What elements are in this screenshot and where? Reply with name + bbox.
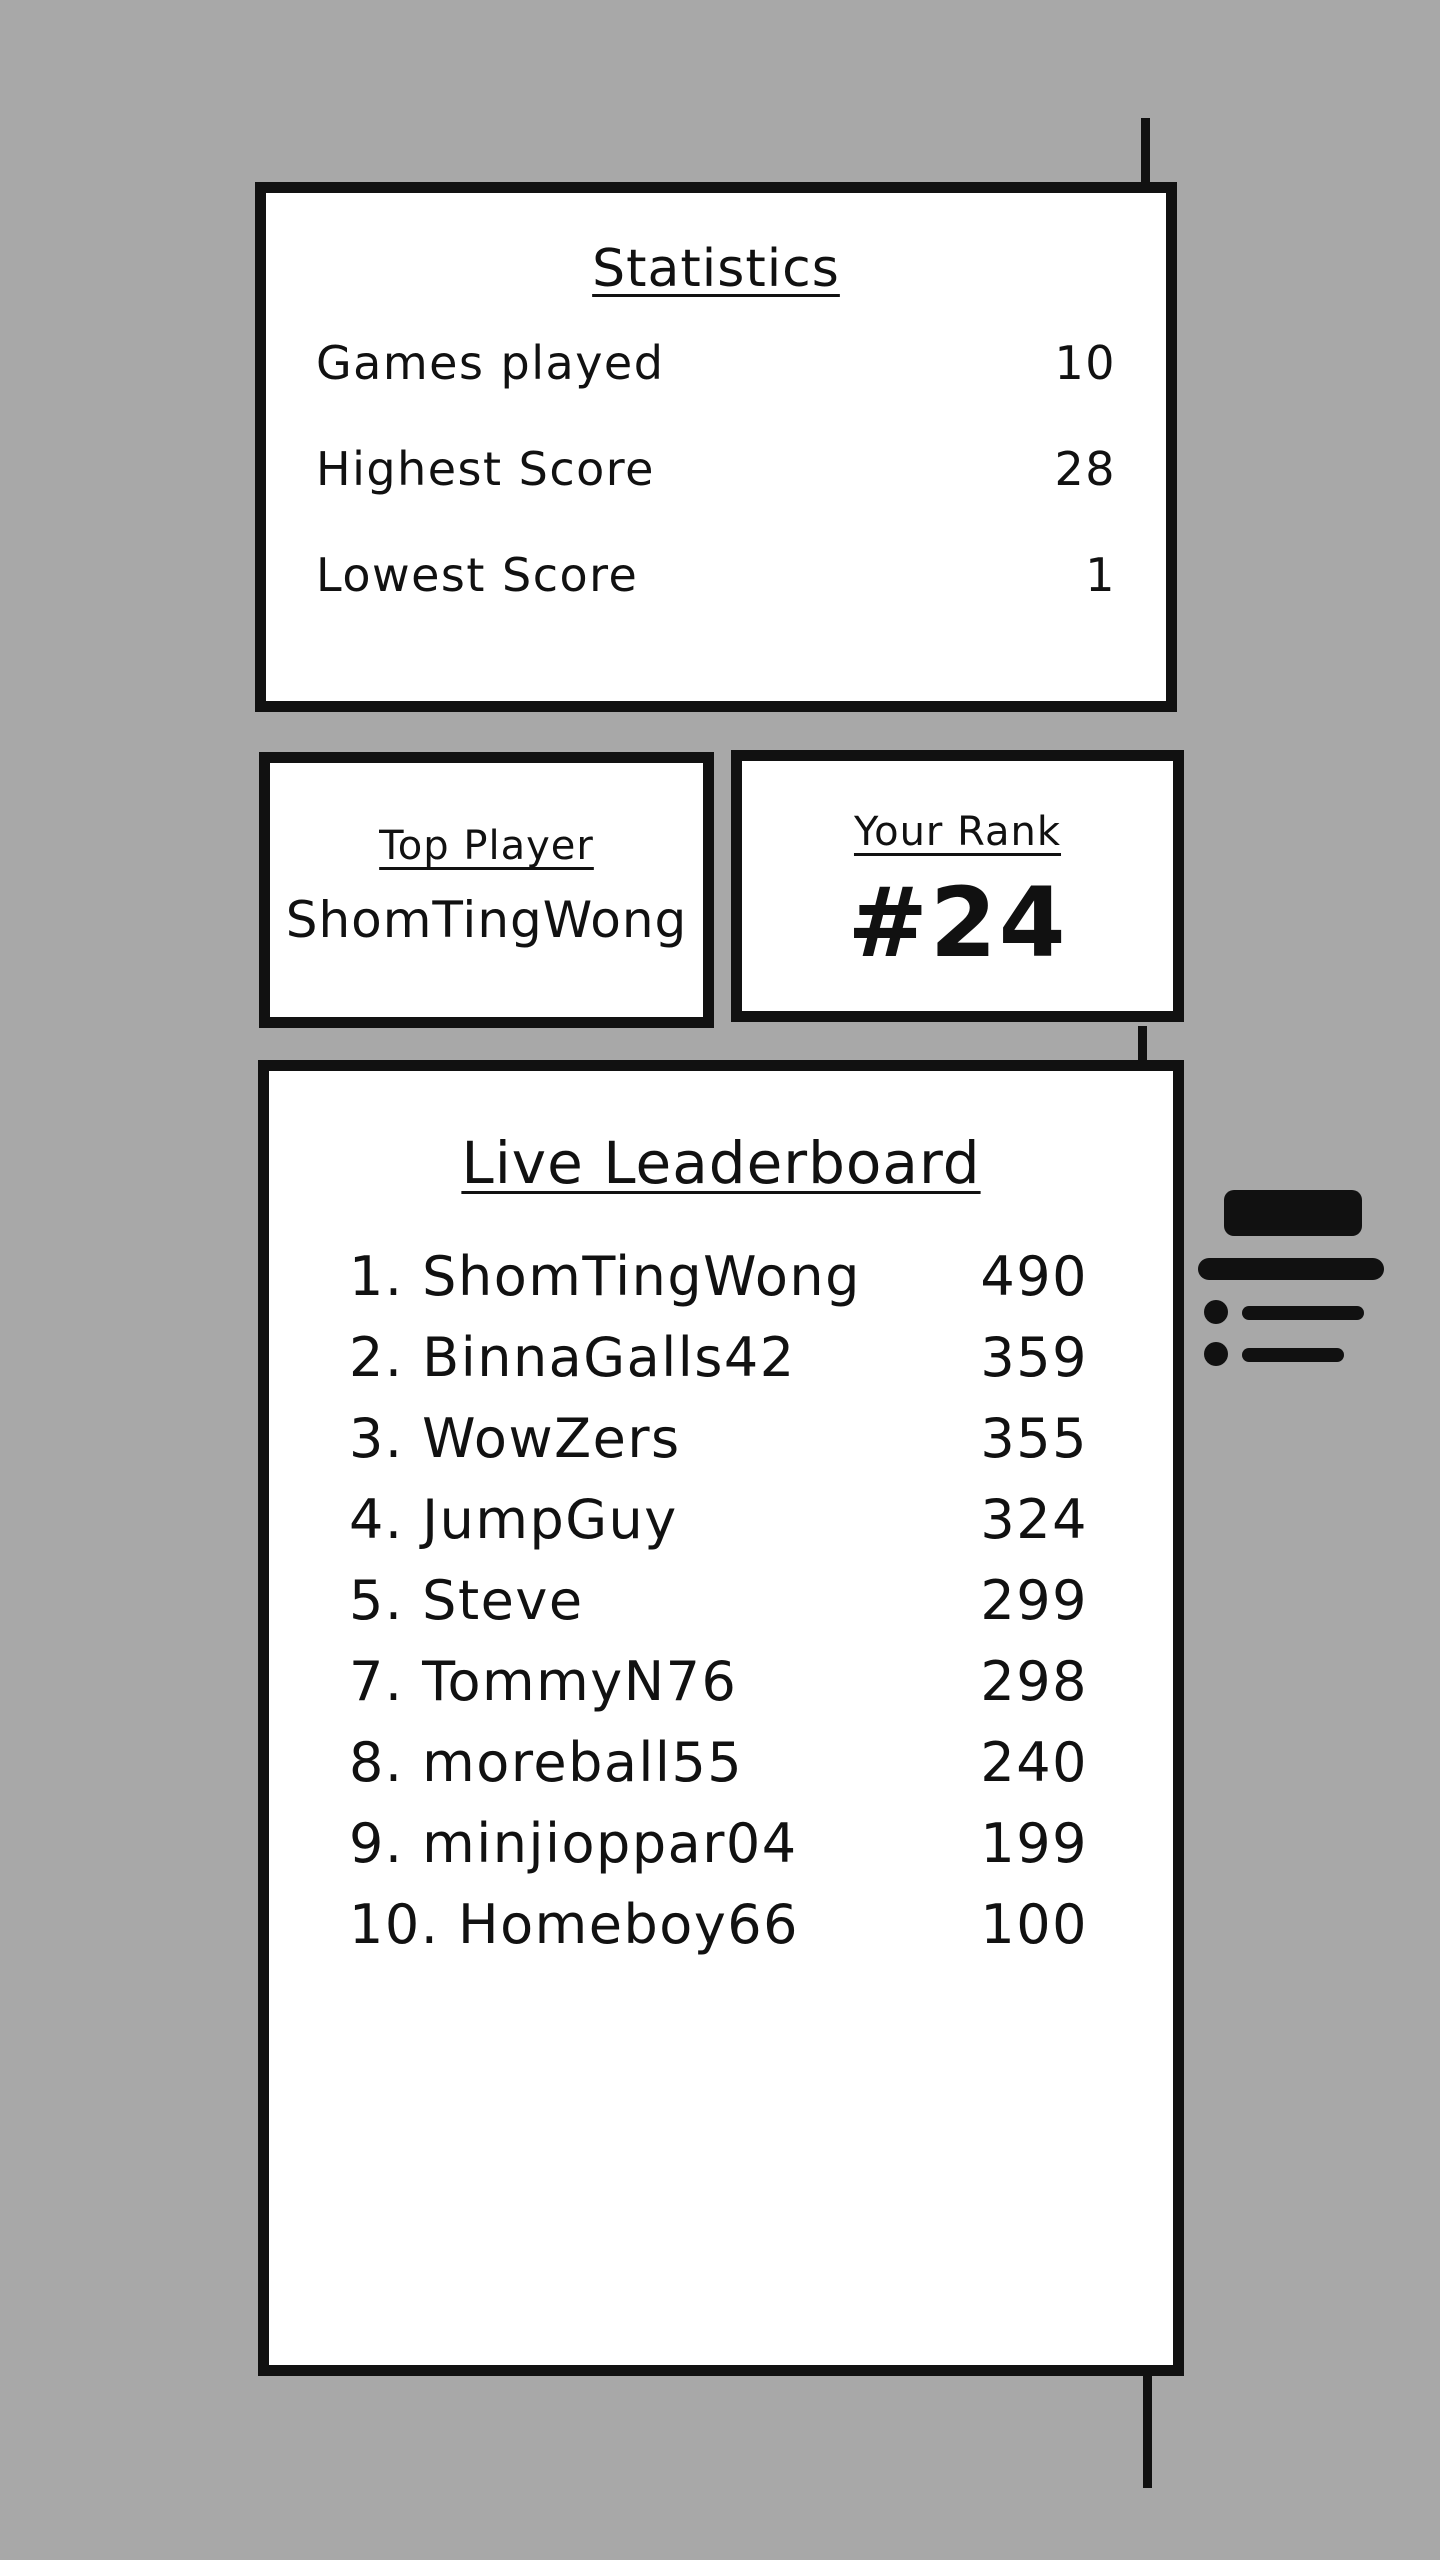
leaderboard-score: 355 xyxy=(980,1407,1088,1470)
menu-icon-line xyxy=(1242,1348,1344,1362)
leaderboard-player: 10. Homeboy66 xyxy=(349,1893,799,1956)
stat-label: Games played xyxy=(316,336,665,390)
leaderboard-row: 2. BinnaGalls42 359 xyxy=(349,1326,1088,1389)
leaderboard-score: 490 xyxy=(980,1245,1088,1308)
leaderboard-row: 10. Homeboy66 100 xyxy=(349,1893,1088,1956)
leaderboard-row: 3. WowZers 355 xyxy=(349,1407,1088,1470)
leaderboard-player: 2. BinnaGalls42 xyxy=(349,1326,796,1389)
leaderboard-panel: Live Leaderboard 1. ShomTingWong 490 2. … xyxy=(258,1060,1184,2376)
top-player-panel: Top Player ShomTingWong xyxy=(259,752,714,1028)
leaderboard-row: 7. TommyN76 298 xyxy=(349,1650,1088,1713)
menu-icon-header-bar xyxy=(1224,1190,1362,1236)
menu-icon-line xyxy=(1242,1306,1364,1320)
leaderboard-score: 298 xyxy=(980,1650,1088,1713)
stat-label: Highest Score xyxy=(316,442,655,496)
stat-value: 28 xyxy=(1054,442,1116,496)
leaderboard-player: 4. JumpGuy xyxy=(349,1488,678,1551)
stat-row-lowest-score: Lowest Score 1 xyxy=(316,548,1116,602)
leaderboard-score: 240 xyxy=(980,1731,1088,1794)
leaderboard-score: 100 xyxy=(980,1893,1088,1956)
leaderboard-player: 3. WowZers xyxy=(349,1407,681,1470)
leaderboard-player: 5. Steve xyxy=(349,1569,584,1632)
leaderboard-row: 5. Steve 299 xyxy=(349,1569,1088,1632)
leaderboard-player: 7. TommyN76 xyxy=(349,1650,738,1713)
leaderboard-row: 1. ShomTingWong 490 xyxy=(349,1245,1088,1308)
leaderboard-score: 324 xyxy=(980,1488,1088,1551)
menu-icon-bullet xyxy=(1204,1300,1228,1324)
leaderboard-score: 299 xyxy=(980,1569,1088,1632)
your-rank-value: #24 xyxy=(847,867,1068,979)
leaderboard-row: 4. JumpGuy 324 xyxy=(349,1488,1088,1551)
stat-row-games-played: Games played 10 xyxy=(316,336,1116,390)
decorative-line-top xyxy=(1141,118,1150,184)
your-rank-title: Your Rank xyxy=(853,809,1062,855)
leaderboard-player: 1. ShomTingWong xyxy=(349,1245,861,1308)
menu-icon-bullet xyxy=(1204,1342,1228,1366)
statistics-title: Statistics xyxy=(592,239,840,299)
leaderboard-row: 8. moreball55 240 xyxy=(349,1731,1088,1794)
stat-row-highest-score: Highest Score 28 xyxy=(316,442,1116,496)
stat-value: 1 xyxy=(1085,548,1116,602)
stat-value: 10 xyxy=(1054,336,1116,390)
leaderboard-player: 9. minjioppar04 xyxy=(349,1812,798,1875)
statistics-panel: Statistics Games played 10 Highest Score… xyxy=(255,182,1177,712)
leaderboard-player: 8. moreball55 xyxy=(349,1731,744,1794)
menu-icon-line xyxy=(1198,1258,1384,1280)
menu-list-icon[interactable] xyxy=(1196,1188,1386,1368)
stat-label: Lowest Score xyxy=(316,548,639,602)
your-rank-panel: Your Rank #24 xyxy=(731,750,1184,1022)
leaderboard-score: 359 xyxy=(980,1326,1088,1389)
top-player-title: Top Player xyxy=(379,823,594,869)
leaderboard-title: Live Leaderboard xyxy=(461,1129,981,1197)
leaderboard-score: 199 xyxy=(980,1812,1088,1875)
leaderboard-row: 9. minjioppar04 199 xyxy=(349,1812,1088,1875)
decorative-line-bottom xyxy=(1143,2368,1152,2488)
top-player-name: ShomTingWong xyxy=(285,891,688,949)
